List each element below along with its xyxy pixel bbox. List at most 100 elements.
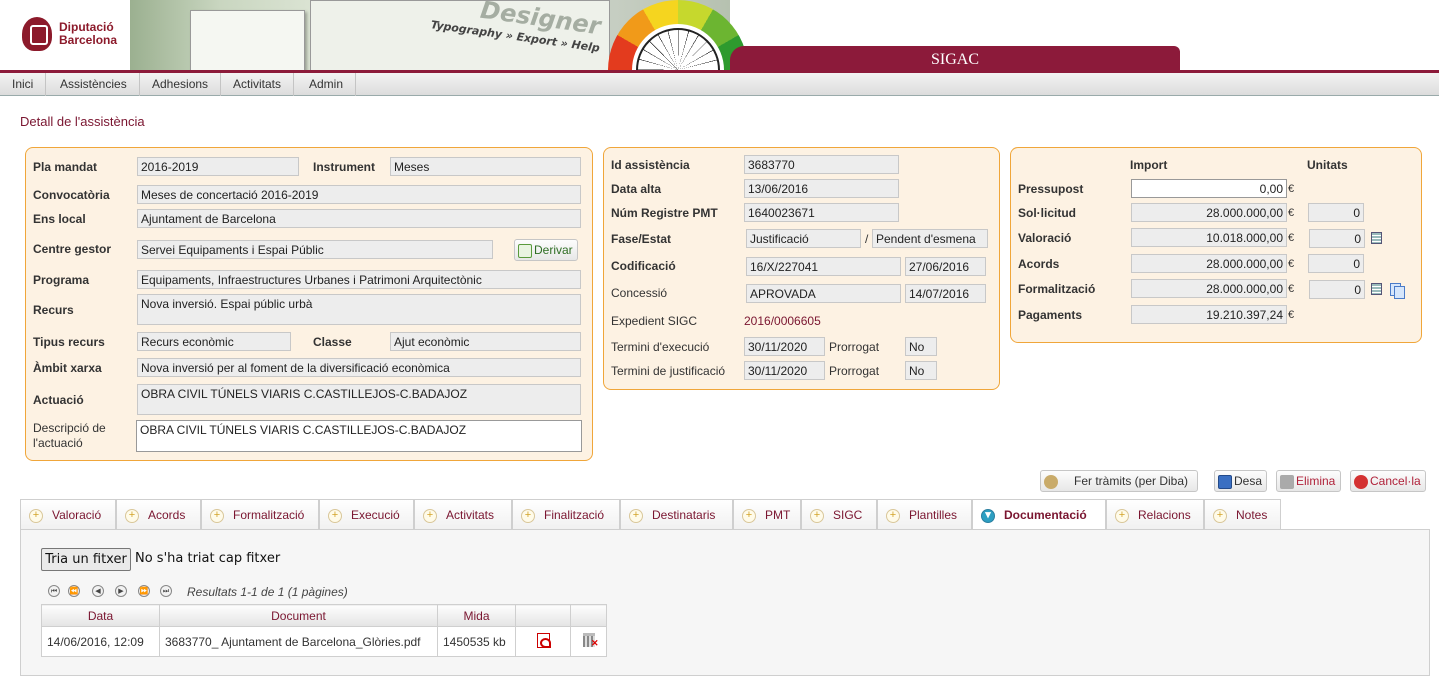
calculator-icon[interactable] — [1371, 283, 1382, 295]
derivar-button[interactable]: Derivar — [514, 239, 578, 261]
diputacio-logo-icon[interactable] — [22, 17, 52, 51]
num-registre-field[interactable]: 1640023671 — [744, 203, 899, 222]
codificacio-field[interactable]: 16/X/227041 — [746, 257, 901, 276]
plus-icon: + — [125, 508, 139, 523]
gear-icon — [1044, 474, 1058, 489]
trash-icon — [1280, 474, 1294, 489]
nav-activitats[interactable]: Activitats — [221, 73, 295, 96]
termini-justificacio-field[interactable]: 30/11/2020 — [744, 361, 825, 380]
col-data[interactable]: Data — [41, 604, 160, 627]
fase-field[interactable]: Justificació — [746, 229, 861, 248]
concessio-date-field[interactable]: 14/07/2016 — [905, 284, 986, 303]
sollicitud-import-field[interactable]: 28.000.000,00 — [1131, 203, 1287, 222]
classe-label: Classe — [313, 335, 352, 349]
data-alta-field[interactable]: 13/06/2016 — [744, 179, 899, 198]
centre-gestor-field[interactable]: Servei Equipaments i Espai Públic — [137, 240, 493, 259]
cancela-button[interactable]: Cancel·la — [1350, 470, 1426, 492]
ens-local-field[interactable]: Ajuntament de Barcelona — [137, 209, 581, 228]
file-status: No s'ha triat cap fitxer — [135, 551, 281, 566]
descripcio-field[interactable]: OBRA CIVIL TÚNELS VIARIS C.CASTILLEJOS-C… — [136, 420, 582, 452]
formalitzacio-label: Formalització — [1018, 282, 1096, 296]
doc-date: 14/06/2016, 12:09 — [41, 626, 160, 657]
tab-destinataris[interactable]: + Destinataris — [620, 499, 733, 529]
programa-field[interactable]: Equipaments, Infraestructures Urbanes i … — [137, 270, 581, 289]
programa-label: Programa — [33, 273, 90, 287]
tab-acords[interactable]: + Acords — [116, 499, 201, 529]
pressupost-label: Pressupost — [1018, 182, 1084, 196]
logo-text[interactable]: Diputació Barcelona — [59, 21, 117, 47]
pagaments-label: Pagaments — [1018, 308, 1083, 322]
actuacio-field[interactable]: OBRA CIVIL TÚNELS VIARIS C.CASTILLEJOS-C… — [137, 384, 581, 415]
codificacio-label: Codificació — [611, 259, 676, 273]
desa-button[interactable]: Desa — [1214, 470, 1267, 492]
pla-mandat-field[interactable]: 2016-2019 — [137, 157, 299, 176]
documents-table: Data Document Mida 14/06/2016, 12:09 368… — [41, 604, 607, 657]
prorrogat-justificacio-field[interactable]: No — [905, 361, 937, 380]
unitats-header: Unitats — [1307, 158, 1348, 172]
tab-pmt[interactable]: + PMT — [733, 499, 801, 529]
choose-file-button[interactable]: Tria un fitxer — [41, 548, 131, 571]
col-mida[interactable]: Mida — [437, 604, 516, 627]
plus-icon: + — [423, 508, 437, 523]
convocatoria-field[interactable]: Meses de concertació 2016-2019 — [137, 185, 581, 204]
currency: € — [1288, 309, 1295, 321]
tab-relacions[interactable]: + Relacions — [1106, 499, 1204, 529]
doc-download-cell — [515, 626, 571, 657]
next-fast-icon[interactable]: ⏩ — [138, 585, 150, 597]
nav-admin[interactable]: Admin — [297, 73, 357, 96]
pdf-icon[interactable] — [536, 632, 551, 648]
recurs-label: Recurs — [33, 303, 74, 317]
valoracio-import-field[interactable]: 10.018.000,00 — [1131, 228, 1287, 247]
tab-execucio[interactable]: + Execució — [319, 499, 414, 529]
prorrogat-execucio-field[interactable]: No — [905, 337, 937, 356]
convocatoria-label: Convocatòria — [33, 188, 110, 202]
delete-icon[interactable] — [582, 633, 599, 649]
first-page-icon[interactable]: ⏮ — [48, 585, 60, 597]
elimina-button[interactable]: Elimina — [1276, 470, 1341, 492]
codificacio-date-field[interactable]: 27/06/2016 — [905, 257, 986, 276]
termini-execucio-field[interactable]: 30/11/2020 — [744, 337, 825, 356]
recurs-field[interactable]: Nova inversió. Espai públic urbà — [137, 294, 581, 325]
acords-unitats-field[interactable]: 0 — [1308, 254, 1364, 273]
tipus-recurs-field[interactable]: Recurs econòmic — [137, 332, 291, 351]
tab-valoracio[interactable]: + Valoració — [20, 499, 116, 529]
tab-sigc[interactable]: + SIGC — [801, 499, 877, 529]
acords-import-field[interactable]: 28.000.000,00 — [1131, 254, 1287, 273]
tab-plantilles[interactable]: + Plantilles — [877, 499, 972, 529]
termini-execucio-label: Termini d'execució — [611, 340, 710, 354]
sollicitud-unitats-field[interactable]: 0 — [1308, 203, 1364, 222]
concessio-field[interactable]: APROVADA — [746, 284, 901, 303]
tab-documentacio[interactable]: ▾ Documentació — [972, 499, 1106, 530]
fer-tramits-button[interactable]: Fer tràmits (per Diba) — [1040, 470, 1198, 492]
tab-notes[interactable]: + Notes — [1204, 499, 1281, 529]
plus-icon: + — [886, 508, 900, 523]
classe-field[interactable]: Ajut econòmic — [390, 332, 581, 351]
formalitzacio-unitats-field[interactable]: 0 — [1309, 280, 1365, 299]
ambit-xarxa-field[interactable]: Nova inversió per al foment de la divers… — [137, 358, 581, 377]
pagaments-import-field[interactable]: 19.210.397,24 — [1131, 305, 1287, 324]
pla-mandat-label: Pla mandat — [33, 160, 98, 174]
prev-fast-icon[interactable]: ⏪ — [68, 585, 80, 597]
nav-assistencies[interactable]: Assistències — [48, 73, 140, 96]
valoracio-unitats-field[interactable]: 0 — [1309, 229, 1365, 248]
instrument-field[interactable]: Meses — [390, 157, 581, 176]
col-document[interactable]: Document — [159, 604, 438, 627]
tab-finalitzacio[interactable]: + Finalització — [512, 499, 620, 529]
col-download — [515, 604, 571, 627]
formalitzacio-import-field[interactable]: 28.000.000,00 — [1131, 279, 1287, 298]
col-delete — [570, 604, 607, 627]
pressupost-import-field[interactable]: 0,00 — [1131, 179, 1287, 198]
copy-icon[interactable] — [1390, 283, 1405, 299]
tab-formalitzacio[interactable]: + Formalització — [201, 499, 319, 529]
tab-activitats[interactable]: + Activitats — [414, 499, 512, 529]
estat-field[interactable]: Pendent d'esmena — [872, 229, 988, 248]
nav-adhesions[interactable]: Adhesions — [140, 73, 222, 96]
plus-icon: + — [1213, 508, 1227, 523]
instrument-label: Instrument — [313, 160, 376, 174]
next-page-icon[interactable]: ▶ — [115, 585, 127, 597]
calculator-icon[interactable] — [1371, 232, 1382, 244]
prev-page-icon[interactable]: ◀ — [92, 585, 104, 597]
last-page-icon[interactable]: ⏭ — [160, 585, 172, 597]
id-assistencia-field[interactable]: 3683770 — [744, 155, 899, 174]
nav-inici[interactable]: Inici — [0, 73, 47, 96]
